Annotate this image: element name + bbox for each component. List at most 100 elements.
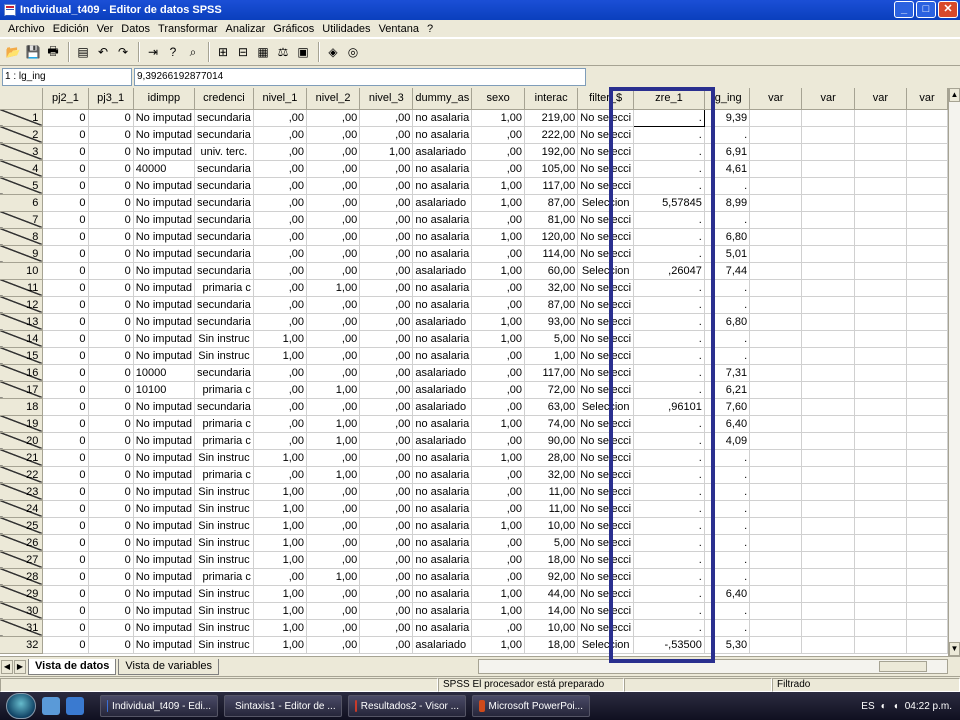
data-cell[interactable]: ,00	[306, 500, 361, 518]
data-cell[interactable]: no asalaria	[412, 483, 473, 501]
data-cell[interactable]: .	[704, 551, 751, 569]
data-cell[interactable]: 6,80	[704, 228, 751, 246]
row-header-corner[interactable]	[0, 88, 44, 110]
data-cell[interactable]	[801, 194, 855, 212]
data-cell[interactable]	[906, 279, 948, 297]
data-cell[interactable]: No imputad	[133, 415, 196, 433]
row-number[interactable]: 2	[0, 126, 44, 144]
data-cell[interactable]	[854, 330, 908, 348]
data-cell[interactable]: .	[633, 143, 705, 161]
data-cell[interactable]	[749, 143, 803, 161]
data-cell[interactable]	[801, 500, 855, 518]
data-cell[interactable]: .	[704, 347, 751, 365]
data-cell[interactable]: 10100	[133, 381, 196, 399]
column-header[interactable]: dummy_as	[412, 88, 473, 110]
data-cell[interactable]: Sin instruc	[194, 602, 254, 620]
column-header[interactable]: nivel_3	[359, 88, 414, 110]
column-header[interactable]: var	[801, 88, 855, 110]
data-cell[interactable]: 1,00	[471, 313, 525, 331]
data-cell[interactable]	[749, 313, 803, 331]
data-cell[interactable]: No imputad	[133, 500, 196, 518]
data-cell[interactable]: Seleccion	[577, 398, 635, 416]
weight-cases-icon[interactable]: ⚖	[274, 43, 292, 61]
data-cell[interactable]: no asalaria	[412, 551, 473, 569]
minimize-button[interactable]: _	[894, 1, 914, 18]
data-cell[interactable]: .	[633, 466, 705, 484]
data-cell[interactable]	[854, 245, 908, 263]
row-number[interactable]: 3	[0, 143, 44, 161]
data-cell[interactable]: 0	[42, 262, 89, 280]
data-cell[interactable]: ,00	[306, 143, 361, 161]
data-cell[interactable]: 192,00	[524, 143, 579, 161]
data-cell[interactable]: no asalaria	[412, 126, 473, 144]
data-cell[interactable]	[854, 551, 908, 569]
data-cell[interactable]: ,00	[306, 177, 361, 195]
data-cell[interactable]: Seleccion	[577, 636, 635, 654]
data-cell[interactable]: .	[633, 108, 705, 127]
data-cell[interactable]	[749, 381, 803, 399]
data-cell[interactable]	[801, 279, 855, 297]
data-cell[interactable]: No imputad	[133, 619, 196, 637]
data-cell[interactable]: No imputad	[133, 466, 196, 484]
data-cell[interactable]: No selecci	[577, 126, 635, 144]
data-cell[interactable]	[854, 415, 908, 433]
data-cell[interactable]: 87,00	[524, 194, 579, 212]
data-cell[interactable]: no asalaria	[412, 279, 473, 297]
data-cell[interactable]: ,00	[359, 602, 414, 620]
data-cell[interactable]: Sin instruc	[194, 636, 254, 654]
data-cell[interactable]: ,00	[359, 585, 414, 603]
data-cell[interactable]: 32,00	[524, 466, 579, 484]
data-cell[interactable]: .	[704, 211, 751, 229]
horizontal-scrollbar[interactable]	[478, 659, 948, 674]
data-cell[interactable]: 1,00	[253, 517, 308, 535]
data-cell[interactable]: ,00	[306, 619, 361, 637]
data-cell[interactable]: ,00	[359, 381, 414, 399]
data-cell[interactable]: secundaria	[194, 177, 254, 195]
row-number[interactable]: 28	[0, 568, 44, 586]
data-cell[interactable]: primaria c	[194, 381, 254, 399]
data-cell[interactable]	[854, 296, 908, 314]
data-cell[interactable]: ,96101	[633, 398, 705, 416]
column-header[interactable]: idimpp	[133, 88, 196, 110]
data-cell[interactable]: No selecci	[577, 330, 635, 348]
data-cell[interactable]: 6,40	[704, 585, 751, 603]
data-cell[interactable]: asalariado	[412, 636, 473, 654]
data-cell[interactable]: Seleccion	[577, 262, 635, 280]
menu-item-0[interactable]: Archivo	[4, 23, 49, 35]
insert-variable-icon[interactable]: ⊟	[234, 43, 252, 61]
data-cell[interactable]: ,00	[253, 126, 308, 144]
language-indicator[interactable]: ES	[861, 701, 874, 712]
column-header[interactable]: filter_$	[577, 88, 635, 110]
data-cell[interactable]: No selecci	[577, 483, 635, 501]
data-cell[interactable]	[749, 177, 803, 195]
data-cell[interactable]	[801, 262, 855, 280]
data-cell[interactable]	[854, 228, 908, 246]
data-cell[interactable]: ,00	[359, 483, 414, 501]
data-cell[interactable]: 0	[88, 313, 134, 331]
data-cell[interactable]	[749, 432, 803, 450]
data-cell[interactable]: 1,00	[253, 602, 308, 620]
row-number[interactable]: 12	[0, 296, 44, 314]
data-cell[interactable]: No selecci	[577, 160, 635, 178]
data-cell[interactable]: .	[704, 517, 751, 535]
data-cell[interactable]: 90,00	[524, 432, 579, 450]
row-number[interactable]: 18	[0, 398, 44, 416]
data-cell[interactable]: ,00	[306, 160, 361, 178]
data-cell[interactable]: ,00	[306, 449, 361, 467]
data-cell[interactable]	[854, 381, 908, 399]
data-cell[interactable]: .	[633, 500, 705, 518]
data-cell[interactable]: .	[633, 177, 705, 195]
data-cell[interactable]: ,00	[359, 211, 414, 229]
data-cell[interactable]: Sin instruc	[194, 534, 254, 552]
data-cell[interactable]: 0	[88, 262, 134, 280]
data-cell[interactable]	[854, 279, 908, 297]
data-cell[interactable]: No imputad	[133, 483, 196, 501]
data-cell[interactable]: no asalaria	[412, 534, 473, 552]
data-cell[interactable]: ,00	[253, 143, 308, 161]
data-cell[interactable]: No selecci	[577, 313, 635, 331]
row-number[interactable]: 23	[0, 483, 44, 501]
data-cell[interactable]: 219,00	[524, 109, 579, 127]
data-cell[interactable]: Sin instruc	[194, 500, 254, 518]
data-cell[interactable]: 0	[42, 279, 89, 297]
data-cell[interactable]	[906, 143, 948, 161]
